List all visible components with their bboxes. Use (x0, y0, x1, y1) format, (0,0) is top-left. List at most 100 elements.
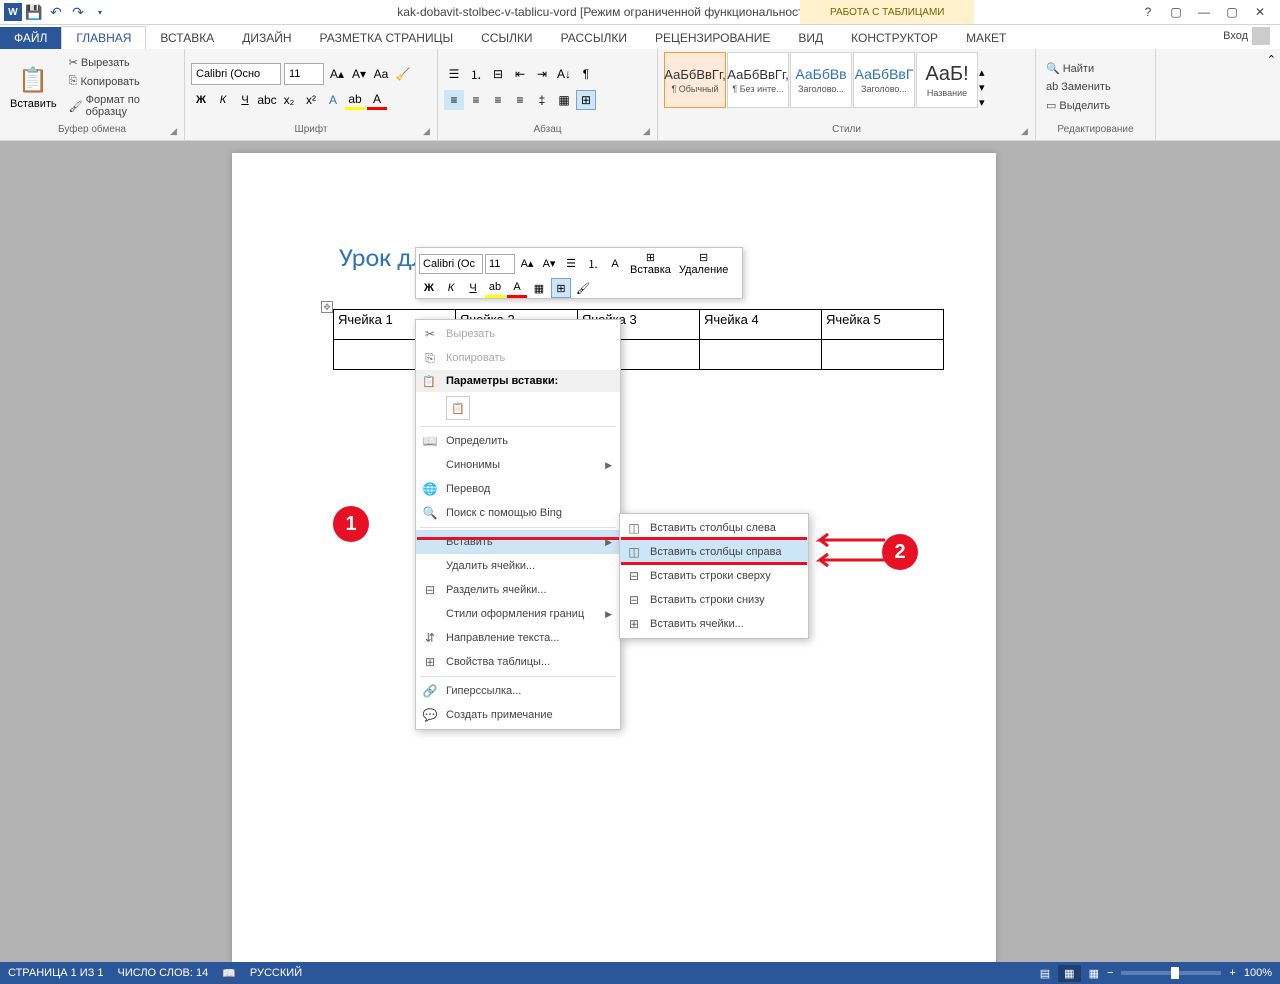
sub-rows-above[interactable]: ⊟Вставить строки сверху (620, 564, 808, 588)
tab-references[interactable]: ССЫЛКИ (467, 27, 546, 49)
table-cell[interactable] (822, 340, 944, 370)
mini-highlight-icon[interactable]: ab (485, 278, 505, 298)
tab-view[interactable]: ВИД (784, 27, 837, 49)
mini-shading-icon[interactable]: ▦ (529, 278, 549, 298)
help-icon[interactable]: ? (1136, 2, 1160, 22)
qat-dropdown-icon[interactable]: ▾ (90, 2, 110, 22)
redo-icon[interactable]: ↷ (68, 2, 88, 22)
tab-design[interactable]: ДИЗАЙН (228, 27, 305, 49)
zoom-out-icon[interactable]: − (1107, 967, 1113, 979)
mini-formatpainter-icon[interactable]: 🖌 (573, 278, 593, 298)
clipboard-launcher[interactable]: ◢ (170, 126, 182, 138)
font-selector[interactable]: Calibri (Осно (191, 63, 281, 85)
sign-in[interactable]: Вход (1213, 23, 1280, 49)
tab-mailings[interactable]: РАССЫЛКИ (547, 27, 641, 49)
justify-icon[interactable]: ≡ (510, 90, 530, 110)
tab-table-layout[interactable]: МАКЕТ (952, 27, 1020, 49)
sub-cells[interactable]: ⊞Вставить ячейки... (620, 612, 808, 636)
paste-button[interactable]: 📋 Вставить (6, 52, 61, 122)
grow-font-icon[interactable]: A▴ (327, 64, 347, 84)
clear-format-icon[interactable]: 🧹 (393, 64, 413, 84)
ctx-bing[interactable]: 🔍Поиск с помощью Bing (416, 501, 620, 525)
indent-inc-icon[interactable]: ⇥ (532, 64, 552, 84)
indent-dec-icon[interactable]: ⇤ (510, 64, 530, 84)
borders-icon[interactable]: ⊞ (576, 90, 596, 110)
ctx-border-styles[interactable]: Стили оформления границ▶ (416, 602, 620, 626)
zoom-level[interactable]: 100% (1244, 967, 1272, 979)
font-launcher[interactable]: ◢ (423, 126, 435, 138)
format-painter-button[interactable]: 🖌Формат по образцу (65, 92, 178, 120)
mini-shrink-icon[interactable]: A▾ (539, 254, 559, 274)
status-proof-icon[interactable]: 📖 (222, 967, 236, 980)
sub-cols-right[interactable]: ◫Вставить столбцы справа (620, 540, 808, 564)
ctx-hyperlink[interactable]: 🔗Гиперссылка... (416, 679, 620, 703)
style-nospace[interactable]: АаБбВвГг,¶ Без инте... (727, 52, 789, 108)
tab-review[interactable]: РЕЦЕНЗИРОВАНИЕ (641, 27, 784, 49)
mini-underline-icon[interactable]: Ч (463, 278, 483, 298)
mini-fontcolor-icon[interactable]: A (507, 278, 527, 298)
view-read-icon[interactable]: ▤ (1040, 967, 1050, 980)
paragraph-launcher[interactable]: ◢ (643, 126, 655, 138)
shrink-font-icon[interactable]: A▾ (349, 64, 369, 84)
mini-italic-icon[interactable]: К (441, 278, 461, 298)
tab-home[interactable]: ГЛАВНАЯ (61, 26, 146, 49)
ctx-synonyms[interactable]: Синонимы▶ (416, 453, 620, 477)
select-button[interactable]: ▭Выделить (1042, 97, 1115, 114)
styles-launcher[interactable]: ◢ (1021, 126, 1033, 138)
mini-font[interactable]: Calibri (Ос (419, 254, 483, 274)
mini-size[interactable]: 11 (485, 254, 515, 274)
cut-button[interactable]: ✂Вырезать (65, 54, 178, 71)
view-web-icon[interactable]: ▦ (1089, 967, 1099, 980)
highlight-icon[interactable]: ab (345, 90, 365, 110)
replace-button[interactable]: abЗаменить (1042, 79, 1115, 95)
align-right-icon[interactable]: ≡ (488, 90, 508, 110)
superscript-icon[interactable]: x² (301, 90, 321, 110)
subscript-icon[interactable]: x₂ (279, 90, 299, 110)
ctx-delete-cells[interactable]: Удалить ячейки... (416, 554, 620, 578)
status-language[interactable]: РУССКИЙ (250, 967, 302, 979)
bullets-icon[interactable]: ☰ (444, 64, 464, 84)
text-effects-icon[interactable]: A (323, 90, 343, 110)
minimize-icon[interactable]: — (1192, 2, 1216, 22)
styles-up-icon[interactable]: ▴ (979, 66, 985, 79)
zoom-slider[interactable] (1121, 971, 1221, 975)
italic-icon[interactable]: К (213, 90, 233, 110)
mini-numbering-icon[interactable]: ⒈ (583, 254, 603, 274)
table-cell[interactable]: Ячейка 5 (822, 310, 944, 340)
shading-icon[interactable]: ▦ (554, 90, 574, 110)
styles-more-icon[interactable]: ▾ (979, 96, 985, 109)
line-spacing-icon[interactable]: ‡ (532, 90, 552, 110)
ctx-insert[interactable]: Вставить▶ (416, 530, 620, 554)
tab-file[interactable]: ФАЙЛ (0, 27, 61, 49)
ctx-translate[interactable]: 🌐Перевод (416, 477, 620, 501)
undo-icon[interactable]: ↶ (46, 2, 66, 22)
font-color-icon[interactable]: A (367, 90, 387, 110)
numbering-icon[interactable]: ⒈ (466, 64, 486, 84)
save-icon[interactable]: 💾 (24, 2, 44, 22)
table-anchor-icon[interactable]: ✥ (321, 301, 333, 313)
style-h1[interactable]: АаБбВвЗаголово... (790, 52, 852, 108)
mini-bullets-icon[interactable]: ☰ (561, 254, 581, 274)
table-cell[interactable]: Ячейка 4 (700, 310, 822, 340)
collapse-ribbon-icon[interactable]: ⌃ (1267, 54, 1276, 66)
view-print-icon[interactable]: ▦ (1058, 965, 1080, 982)
mini-grow-icon[interactable]: A▴ (517, 254, 537, 274)
tab-page-layout[interactable]: РАЗМЕТКА СТРАНИЦЫ (306, 27, 468, 49)
copy-button[interactable]: ⎘Копировать (65, 73, 178, 90)
maximize-icon[interactable]: ▢ (1220, 2, 1244, 22)
mini-insert-button[interactable]: ⊞Вставка (627, 251, 674, 276)
styles-down-icon[interactable]: ▾ (979, 81, 985, 94)
zoom-in-icon[interactable]: + (1229, 967, 1235, 979)
change-case-icon[interactable]: Aa (371, 64, 391, 84)
show-marks-icon[interactable]: ¶ (576, 64, 596, 84)
align-center-icon[interactable]: ≡ (466, 90, 486, 110)
ctx-comment[interactable]: 💬Создать примечание (416, 703, 620, 727)
underline-icon[interactable]: Ч (235, 90, 255, 110)
multilevel-icon[interactable]: ⊟ (488, 64, 508, 84)
ctx-text-direction[interactable]: ⇵Направление текста... (416, 626, 620, 650)
mini-bold-icon[interactable]: Ж (419, 278, 439, 298)
close-icon[interactable]: ✕ (1248, 2, 1272, 22)
ctx-define[interactable]: 📖Определить (416, 429, 620, 453)
ctx-split-cells[interactable]: ⊟Разделить ячейки... (416, 578, 620, 602)
strike-icon[interactable]: abc (257, 90, 277, 110)
